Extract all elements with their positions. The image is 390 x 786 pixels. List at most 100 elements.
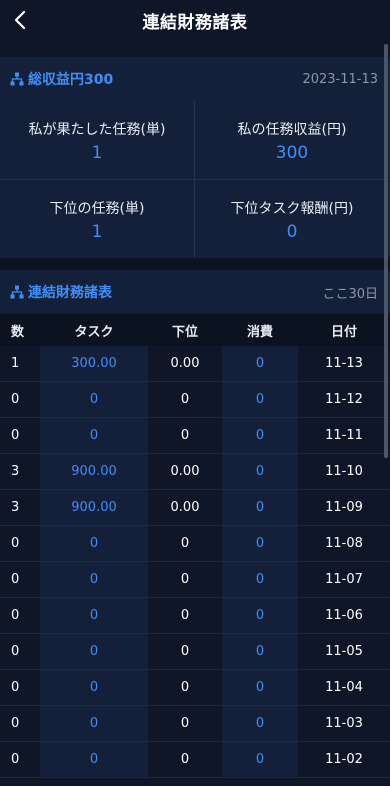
report-period: ここ30日: [322, 286, 378, 302]
report-section-header: 連結財務諸表 ここ30日: [0, 270, 390, 314]
page-title: 連結財務諸表: [142, 13, 248, 33]
summary-cell-label: 下位の任務(単): [49, 201, 145, 217]
summary-cell-my-earnings: 私の任務収益(円) 300: [195, 101, 389, 179]
cell-count: 0: [11, 572, 20, 587]
cell-spend: 0: [255, 356, 265, 371]
cell-count: 1: [11, 356, 20, 371]
total-revenue-heading: 総収益円300: [28, 72, 114, 88]
column-header-spend: 消費: [246, 324, 273, 340]
cell-sub: 0: [180, 572, 190, 587]
cell-count: 0: [11, 392, 20, 407]
cell-date: 11-08: [325, 536, 363, 551]
cell-count: 0: [11, 644, 20, 659]
hierarchy-icon: [10, 285, 24, 299]
summary-date: 2023-11-13: [302, 71, 378, 87]
cell-sub: 0: [180, 536, 190, 551]
table-row: 3 900.00 0.00 0 11-10: [0, 454, 390, 490]
cell-task: 900.00: [71, 500, 117, 515]
cell-date: 11-06: [325, 608, 363, 623]
cell-task: 0: [89, 536, 99, 551]
cell-task: 0: [89, 644, 99, 659]
summary-cell-label: 下位タスク報酬(円): [230, 201, 354, 217]
cell-spend: 0: [255, 644, 265, 659]
summary-cell-label: 私の任務収益(円): [237, 122, 347, 138]
column-header-sub: 下位: [171, 324, 198, 340]
column-header-date: 日付: [330, 324, 357, 340]
cell-sub: 0.00: [170, 356, 200, 371]
cell-task: 0: [89, 680, 99, 695]
cell-task: 900.00: [71, 464, 117, 479]
cell-spend: 0: [255, 392, 265, 407]
cell-sub: 0: [180, 644, 190, 659]
cell-date: 11-12: [325, 392, 363, 407]
cell-task: 0: [89, 716, 99, 731]
cell-spend: 0: [255, 716, 265, 731]
cell-task: 0: [89, 572, 99, 587]
section-gap: [0, 258, 390, 270]
cell-count: 0: [11, 536, 20, 551]
summary-cell-value: 1: [91, 222, 103, 242]
cell-sub: 0: [180, 716, 190, 731]
cell-task: 0: [89, 392, 99, 407]
cell-date: 11-03: [325, 716, 363, 731]
cell-spend: 0: [255, 680, 265, 695]
cell-date: 11-05: [325, 644, 363, 659]
cell-count: 3: [11, 500, 20, 515]
summary-section-header: 総収益円300 2023-11-13: [0, 57, 390, 101]
table-row: 0 0 0 0 11-12: [0, 382, 390, 418]
cell-count: 0: [11, 716, 20, 731]
summary-cell-sub-rewards: 下位タスク報酬(円) 0: [195, 180, 389, 258]
cell-sub: 0: [180, 392, 190, 407]
top-bar: 連結財務諸表: [0, 0, 390, 40]
cell-count: 0: [11, 608, 20, 623]
summary-cell-value: 0: [286, 222, 298, 242]
table-row: 0 0 0 0 11-05: [0, 634, 390, 670]
cell-date: 11-10: [325, 464, 363, 479]
table-row: 0 0 0 0 11-03: [0, 706, 390, 742]
cell-task: 0: [89, 428, 99, 443]
cell-date: 11-09: [325, 500, 363, 515]
cell-spend: 0: [255, 428, 265, 443]
column-header-count: 数: [11, 324, 25, 340]
cell-spend: 0: [255, 608, 265, 623]
cell-count: 0: [11, 428, 20, 443]
table-row: 0 0 0 0 11-08: [0, 526, 390, 562]
table-row: 3 900.00 0.00 0 11-09: [0, 490, 390, 526]
table-row: 0 0 0 0 11-11: [0, 418, 390, 454]
cell-spend: 0: [255, 464, 265, 479]
summary-cell-value: 300: [275, 143, 309, 163]
cell-sub: 0.00: [170, 464, 200, 479]
consolidated-statement-page: 連結財務諸表 総収益円300 2023-11-13 私が果たした任務(単) 1 …: [0, 0, 390, 786]
cell-date: 11-07: [325, 572, 363, 587]
cell-count: 0: [11, 680, 20, 695]
table-row: 0 0 0 0 11-07: [0, 562, 390, 598]
summary-cell-value: 1: [91, 143, 103, 163]
cell-count: 0: [11, 752, 20, 767]
cell-date: 11-02: [325, 752, 363, 767]
cell-date: 11-13: [325, 356, 363, 371]
summary-cell-label: 私が果たした任務(単): [28, 122, 166, 138]
cell-task: 300.00: [71, 356, 117, 371]
table-row: 1 300.00 0.00 0 11-13: [0, 346, 390, 382]
hierarchy-icon: [10, 72, 24, 86]
cell-spend: 0: [255, 536, 265, 551]
cell-sub: 0.00: [170, 500, 200, 515]
cell-sub: 0: [180, 752, 190, 767]
cell-spend: 0: [255, 572, 265, 587]
table-row: 0 0 0 0 11-04: [0, 670, 390, 706]
cell-task: 0: [89, 608, 99, 623]
table-header: 数 タスク 下位 消費 日付: [0, 314, 390, 346]
cell-date: 11-04: [325, 680, 363, 695]
table-row: 0 0 0 0 11-02: [0, 742, 390, 778]
column-header-task: タスク: [74, 324, 114, 340]
summary-divider-horizontal: [0, 179, 390, 180]
cell-count: 3: [11, 464, 20, 479]
cell-sub: 0: [180, 680, 190, 695]
report-heading: 連結財務諸表: [28, 285, 112, 301]
table-body: 1 300.00 0.00 0 11-13 0 0 0 0 11-12 0 0 …: [0, 346, 390, 786]
cell-task: 0: [89, 752, 99, 767]
scrollbar[interactable]: [384, 44, 388, 458]
cell-spend: 0: [255, 500, 265, 515]
cell-spend: 0: [255, 752, 265, 767]
summary-cell-my-tasks: 私が果たした任務(単) 1: [0, 101, 194, 179]
